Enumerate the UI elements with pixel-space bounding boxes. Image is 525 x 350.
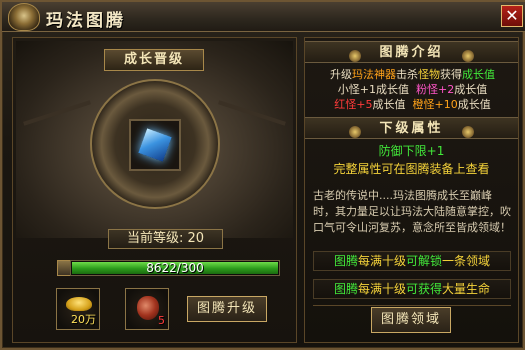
exp-bar-cap [57,260,71,276]
totem-info-panel: 图腾介绍 升级玛法神器击杀怪物获得成长值 小怪+1成长值 粉怪+2成长值 红怪+… [304,37,519,343]
intro-line-3: 红怪+5成长值 橙怪+10成长值 [334,98,491,111]
chain-right [218,100,286,126]
gold-cost-count: 20万 [71,313,96,326]
heart-item-slot[interactable]: 5 [125,288,169,330]
ornament-icon [349,50,361,62]
attr-value: 防御下限+1 [378,144,445,158]
ornament-icon [462,50,474,62]
close-button[interactable]: ✕ [501,5,523,27]
unlock-domain-row: 图腾每满十级可解锁一条领域 [313,251,511,271]
dragon-emblem-icon [8,3,40,31]
next-level-attr: 防御下限+1 完整属性可在图腾装备上查看 [309,142,514,184]
ornament-icon [462,126,474,138]
lore-text: 古老的传说中....玛法图腾成长至巅峰时，其力量足以让玛法大陆随意掌控，吹口气可… [313,189,511,234]
intro-text: 升级玛法神器击杀怪物获得成长值 小怪+1成长值 粉怪+2成长值 红怪+5成长值 … [309,67,516,112]
gold-cost-slot[interactable]: 20万 [56,288,100,330]
totem-display-panel: 成长晋级 当前等级: 20 8622/300 20万 5 图腾升级 [12,37,297,343]
next-level-attr-header: 下级属性 [305,117,518,139]
intro-header-label: 图腾介绍 [379,45,444,60]
intro-line-1: 升级玛法神器击杀怪物获得成长值 [330,68,495,81]
growth-level-header: 成长晋级 [104,49,204,71]
attr-header-label: 下级属性 [379,121,444,136]
current-level-label: 当前等级: 20 [108,229,223,249]
ornament-icon [349,126,361,138]
totem-window: 玛法图腾 ✕ 成长晋级 当前等级: 20 8622/300 20万 5 图腾升级 [0,0,525,350]
growth-progress-text: 8622/300 [146,261,204,275]
attr-note: 完整属性可在图腾装备上查看 [333,162,490,176]
gold-ingot-icon [66,297,92,311]
title-bar: 玛法图腾 ✕ [2,2,525,32]
heart-item-count: 5 [158,314,165,327]
heart-item-icon [137,296,159,320]
chain-left [23,100,91,126]
intro-line-2: 小怪+1成长值 粉怪+2成长值 [337,83,488,96]
totem-scene: 成长晋级 [16,41,293,238]
window-title: 玛法图腾 [46,11,126,31]
totem-upgrade-button[interactable]: 图腾升级 [187,296,267,322]
divider [313,305,511,306]
unlock-life-row: 图腾每满十级可获得大量生命 [313,279,511,299]
totem-domain-button[interactable]: 图腾领域 [371,307,451,333]
growth-progress-bar: 8622/300 [70,260,280,276]
intro-header: 图腾介绍 [305,41,518,63]
